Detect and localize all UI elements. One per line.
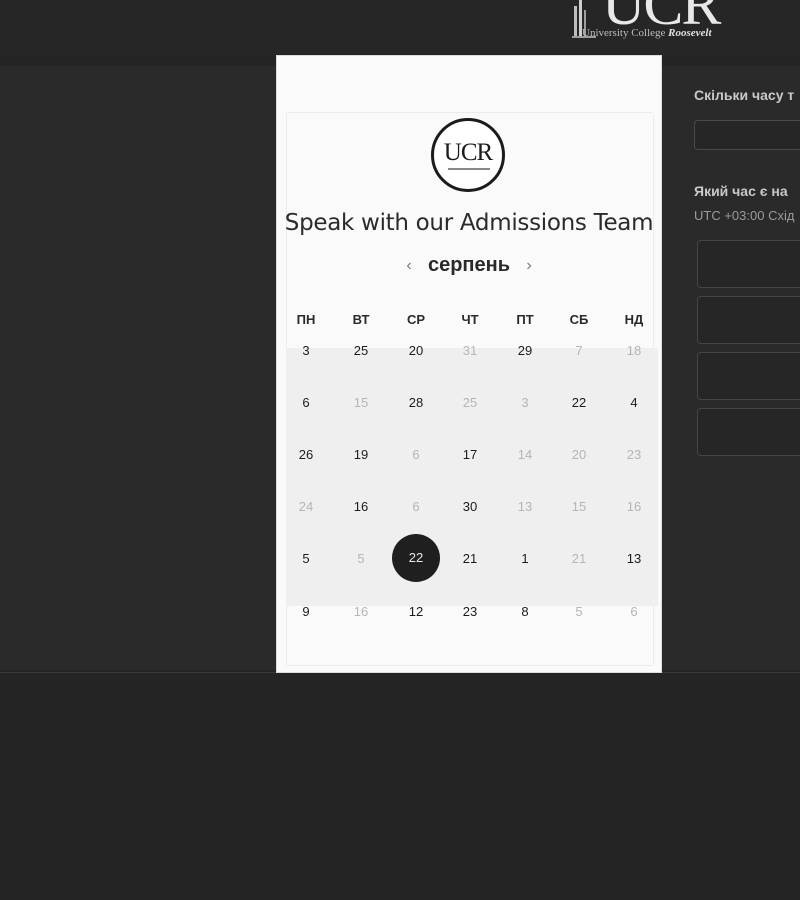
calendar-day[interactable]: 22 (561, 392, 597, 414)
calendar-day: 16 (353, 604, 369, 619)
calendar-card: UCR Speak with our Admissions Team ‹ сер… (276, 55, 662, 673)
seal-divider (448, 168, 490, 170)
calendar-day: 15 (571, 499, 587, 514)
calendar-day[interactable]: 4 (616, 392, 652, 414)
calendar-day[interactable]: 17 (452, 444, 488, 466)
duration-question: Скільки часу т (694, 87, 795, 103)
calendar-day[interactable]: 5 (288, 548, 324, 570)
calendar-day: 5 (575, 604, 583, 619)
month-navigation: ‹ серпень › (277, 254, 661, 284)
calendar-day[interactable]: 29 (507, 340, 543, 362)
calendar-day: 21 (571, 551, 587, 566)
time-slot-button[interactable] (697, 296, 800, 344)
university-logo[interactable]: UCR University College Roosevelt (570, 0, 760, 44)
seal-text: UCR (443, 139, 493, 166)
calendar-day[interactable]: 9 (288, 601, 324, 623)
ucr-seal-logo: UCR (431, 118, 505, 192)
weekday-label: НД (624, 312, 644, 327)
calendar-title: Speak with our Admissions Team (284, 210, 654, 236)
calendar-day: 15 (353, 395, 369, 410)
calendar-day[interactable]: 21 (452, 548, 488, 570)
booking-form: Скільки часу т Який час є на UTC +03:00 … (694, 82, 800, 482)
chevron-right-icon[interactable]: › (521, 256, 537, 276)
calendar-day: 3 (521, 395, 529, 410)
calendar-day[interactable]: 28 (398, 392, 434, 414)
weekday-header: ПН ВТ СР ЧТ ПТ СБ НД (277, 312, 661, 330)
calendar-day[interactable]: 26 (288, 444, 324, 466)
month-label: серпень (427, 254, 511, 276)
logo-subtitle: University College Roosevelt (582, 27, 712, 39)
calendar-day: 20 (571, 447, 587, 462)
calendar-day: 31 (462, 343, 478, 358)
weekday-label: ЧТ (461, 312, 479, 327)
calendar-day: 13 (517, 499, 533, 514)
calendar-day[interactable]: 19 (343, 444, 379, 466)
time-slot-button[interactable] (697, 352, 800, 400)
calendar-day[interactable]: 20 (398, 340, 434, 362)
timezone-label: UTC +03:00 Схід (694, 208, 795, 223)
calendar-day: 16 (626, 499, 642, 514)
calendar-day[interactable]: 3 (288, 340, 324, 362)
calendar-day: 24 (298, 499, 314, 514)
top-bar: UCR University College Roosevelt (0, 0, 800, 56)
calendar-day: 23 (626, 447, 642, 462)
calendar-day[interactable]: 13 (616, 548, 652, 570)
calendar-day[interactable]: 25 (343, 340, 379, 362)
calendar-day: 6 (412, 447, 420, 462)
calendar-day[interactable]: 1 (507, 548, 543, 570)
calendar-day: 14 (517, 447, 533, 462)
selected-day[interactable]: 22 (392, 534, 440, 582)
time-question: Який час є на (694, 183, 788, 199)
weekday-label: ПТ (516, 312, 534, 327)
calendar-day[interactable]: 6 (288, 392, 324, 414)
calendar-day: 18 (626, 343, 642, 358)
weekday-label: СБ (569, 312, 589, 327)
calendar-day: 25 (462, 395, 478, 410)
calendar-day[interactable]: 8 (507, 601, 543, 623)
calendar-day[interactable]: 12 (398, 601, 434, 623)
duration-select[interactable] (694, 120, 800, 150)
weekday-label: СР (406, 312, 426, 327)
time-slot-button[interactable] (697, 240, 800, 288)
calendar-day[interactable]: 16 (343, 496, 379, 518)
weekday-label: ВТ (352, 312, 370, 327)
weekday-label: ПН (296, 312, 316, 327)
calendar-day: 6 (412, 499, 420, 514)
time-slot-button[interactable] (697, 408, 800, 456)
calendar-day: 5 (357, 551, 365, 566)
calendar-day[interactable]: 30 (452, 496, 488, 518)
calendar-day: 6 (630, 604, 638, 619)
calendar-day[interactable]: 23 (452, 601, 488, 623)
calendar-day: 7 (575, 343, 583, 358)
